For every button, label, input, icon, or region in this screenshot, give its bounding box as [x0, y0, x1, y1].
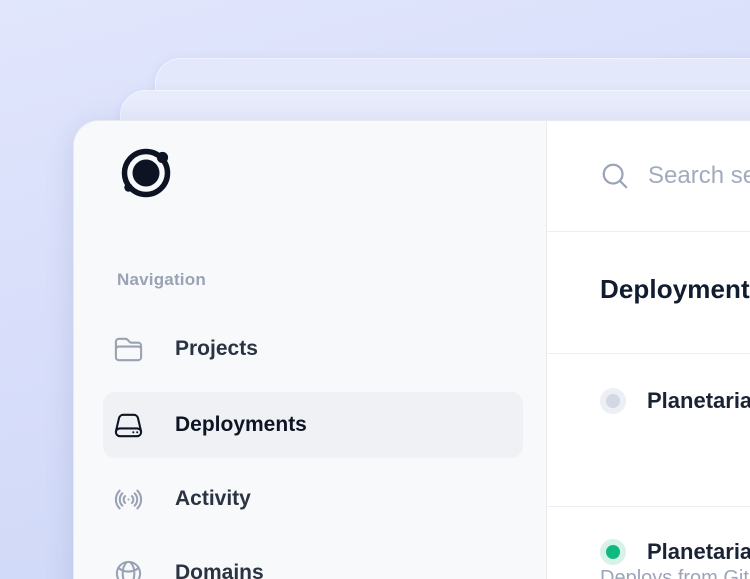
divider: [547, 353, 750, 354]
search-input[interactable]: [646, 161, 750, 191]
sidebar-item-domains[interactable]: Domains: [103, 540, 523, 579]
search-bar: [547, 121, 750, 231]
page-title: Deployments: [600, 274, 750, 305]
planetaria-logo-icon: [119, 146, 173, 200]
sidebar-item-label: Domains: [175, 561, 264, 579]
sidebar-item-label: Activity: [175, 487, 251, 511]
sidebar-item-projects[interactable]: Projects: [103, 316, 523, 382]
sidebar-item-label: Deployments: [175, 413, 307, 437]
signal-icon: [113, 484, 144, 515]
divider: [547, 231, 750, 232]
sidebar-item-deployments[interactable]: Deployments: [103, 392, 523, 458]
globe-icon: [113, 558, 144, 579]
deployment-name: Planetaria: [647, 539, 750, 565]
main-content: Deployments Planetaria Deploys from GitH…: [547, 121, 750, 579]
magnifying-glass-icon: [600, 161, 630, 191]
sidebar-item-activity[interactable]: Activity: [103, 466, 523, 532]
main-app-card: Navigation Projects Deployments Activity: [73, 120, 750, 579]
deployment-description: Deploys from GitHub: [600, 567, 750, 579]
status-dot-online: [600, 539, 626, 565]
sidebar-item-label: Projects: [175, 337, 258, 361]
status-dot-offline: [600, 388, 626, 414]
sidebar-section-label: Navigation: [117, 270, 206, 290]
divider: [547, 506, 750, 507]
sidebar: Navigation Projects Deployments Activity: [74, 121, 547, 579]
folder-icon: [113, 334, 144, 365]
server-icon: [113, 410, 144, 441]
app-window: Navigation Projects Deployments Activity: [0, 0, 750, 579]
deployment-name: Planetaria: [647, 388, 750, 414]
